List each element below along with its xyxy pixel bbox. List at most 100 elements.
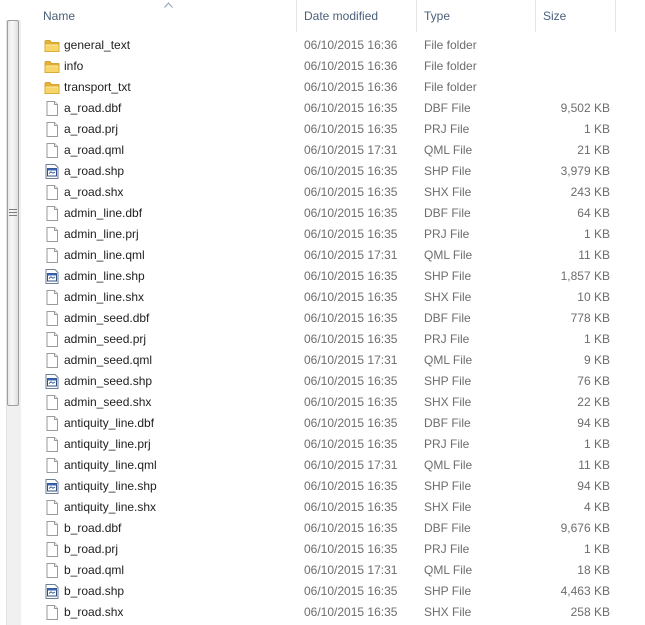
- file-icon: [44, 205, 60, 222]
- file-date-modified: 06/10/2015 16:35: [304, 521, 398, 535]
- file-type: SHP File: [424, 479, 472, 493]
- file-name: admin_line.dbf: [64, 206, 143, 220]
- file-name: b_road.shp: [64, 584, 125, 598]
- column-header-name[interactable]: Name: [29, 0, 297, 32]
- file-list-row[interactable]: admin_line.prj 06/10/2015 16:35 PRJ File 1 …: [29, 224, 645, 245]
- file-size: 94 KB: [577, 479, 610, 493]
- shapefile-icon: [44, 268, 60, 285]
- file-size: 1 KB: [583, 227, 610, 241]
- file-list-row[interactable]: b_road.shp 06/10/2015 16:35 SHP File 4,463 …: [29, 581, 645, 602]
- column-header-size[interactable]: Size: [536, 0, 616, 32]
- file-date-modified: 06/10/2015 17:31: [304, 353, 398, 367]
- file-name: antiquity_line.prj: [64, 437, 151, 451]
- file-type: DBF File: [424, 311, 471, 325]
- file-icon: [44, 226, 60, 243]
- file-list-row[interactable]: admin_seed.qml 06/10/2015 17:31 QML File 9 …: [29, 350, 645, 371]
- column-header-bar: Name Date modified Type Size: [29, 0, 645, 32]
- file-list-row[interactable]: antiquity_line.shp 06/10/2015 16:35 SHP Fi…: [29, 476, 645, 497]
- file-list-row[interactable]: b_road.shx 06/10/2015 16:35 SHX File 258 KB: [29, 602, 645, 623]
- file-icon: [44, 499, 60, 516]
- file-type: SHP File: [424, 374, 472, 388]
- file-list-row[interactable]: admin_line.qml 06/10/2015 17:31 QML File 11…: [29, 245, 645, 266]
- file-date-modified: 06/10/2015 16:35: [304, 206, 398, 220]
- file-icon: [44, 415, 60, 432]
- file-type: QML File: [424, 458, 473, 472]
- file-list-row[interactable]: antiquity_line.qml 06/10/2015 17:31 QML Fi…: [29, 455, 645, 476]
- file-list-row[interactable]: b_road.dbf 06/10/2015 16:35 DBF File 9,676 …: [29, 518, 645, 539]
- file-size: 64 KB: [577, 206, 610, 220]
- file-icon: [44, 604, 60, 621]
- file-type: File folder: [424, 80, 477, 94]
- file-type: SHX File: [424, 395, 472, 409]
- file-type: PRJ File: [424, 542, 470, 556]
- file-type: DBF File: [424, 206, 471, 220]
- folder-icon: [44, 79, 60, 96]
- file-list-row[interactable]: antiquity_line.dbf 06/10/2015 16:35 DBF Fi…: [29, 413, 645, 434]
- file-list-row[interactable]: antiquity_line.shx 06/10/2015 16:35 SHX Fi…: [29, 497, 645, 518]
- file-icon: [44, 436, 60, 453]
- file-size: 9,502 KB: [560, 101, 610, 115]
- file-date-modified: 06/10/2015 16:35: [304, 479, 398, 493]
- file-type: SHX File: [424, 605, 472, 619]
- column-header-date-modified[interactable]: Date modified: [297, 0, 417, 32]
- file-type: QML File: [424, 353, 473, 367]
- file-list-row[interactable]: antiquity_line.prj 06/10/2015 16:35 PRJ Fi…: [29, 434, 645, 455]
- file-date-modified: 06/10/2015 17:31: [304, 248, 398, 262]
- file-date-modified: 06/10/2015 16:35: [304, 605, 398, 619]
- folder-icon: [44, 37, 60, 54]
- file-type: SHX File: [424, 185, 472, 199]
- file-list-row[interactable]: b_road.prj 06/10/2015 16:35 PRJ File 1 KB: [29, 539, 645, 560]
- file-list-row[interactable]: admin_seed.shp 06/10/2015 16:35 SHP File 76…: [29, 371, 645, 392]
- file-type: PRJ File: [424, 227, 470, 241]
- file-size: 243 KB: [570, 185, 610, 199]
- file-list-row[interactable]: transport_txt 06/10/2015 16:36 File folder: [29, 77, 645, 98]
- file-size: 1,857 KB: [560, 269, 610, 283]
- file-list-row[interactable]: general_text 06/10/2015 16:36 File folder: [29, 35, 645, 56]
- file-type: PRJ File: [424, 437, 470, 451]
- file-icon: [44, 100, 60, 117]
- file-icon: [44, 310, 60, 327]
- file-icon: [44, 121, 60, 138]
- file-name: antiquity_line.qml: [64, 458, 157, 472]
- file-icon: [44, 352, 60, 369]
- file-list-row[interactable]: a_road.shx 06/10/2015 16:35 SHX File 243 KB: [29, 182, 645, 203]
- file-size: [536, 77, 610, 98]
- file-date-modified: 06/10/2015 17:31: [304, 563, 398, 577]
- file-name: a_road.shx: [64, 185, 124, 199]
- file-icon: [44, 562, 60, 579]
- file-list-row[interactable]: admin_line.shx 06/10/2015 16:35 SHX File 10…: [29, 287, 645, 308]
- file-list-row[interactable]: a_road.shp 06/10/2015 16:35 SHP File 3,979 …: [29, 161, 645, 182]
- file-date-modified: 06/10/2015 16:35: [304, 122, 398, 136]
- column-header-type[interactable]: Type: [417, 0, 536, 32]
- file-list-row[interactable]: a_road.dbf 06/10/2015 16:35 DBF File 9,502 …: [29, 98, 645, 119]
- file-date-modified: 06/10/2015 16:35: [304, 311, 398, 325]
- file-type: QML File: [424, 143, 473, 157]
- file-date-modified: 06/10/2015 16:35: [304, 185, 398, 199]
- file-name: b_road.qml: [64, 563, 125, 577]
- file-size: 11 KB: [578, 458, 610, 472]
- file-name: b_road.shx: [64, 605, 124, 619]
- file-list-row[interactable]: a_road.prj 06/10/2015 16:35 PRJ File 1 KB: [29, 119, 645, 140]
- vertical-scrollbar[interactable]: [0, 0, 22, 625]
- file-size: [536, 35, 610, 56]
- file-list-row[interactable]: b_road.qml 06/10/2015 17:31 QML File 18 KB: [29, 560, 645, 581]
- file-list-row[interactable]: admin_seed.dbf 06/10/2015 16:35 DBF File 77…: [29, 308, 645, 329]
- file-list-row[interactable]: admin_line.dbf 06/10/2015 16:35 DBF File 64…: [29, 203, 645, 224]
- file-list-row[interactable]: info 06/10/2015 16:36 File folder: [29, 56, 645, 77]
- file-name: admin_seed.qml: [64, 353, 153, 367]
- file-size: 258 KB: [570, 605, 610, 619]
- file-size: 3,979 KB: [560, 164, 610, 178]
- file-list-row[interactable]: a_road.qml 06/10/2015 17:31 QML File 21 KB: [29, 140, 645, 161]
- file-list-row[interactable]: admin_seed.prj 06/10/2015 16:35 PRJ File 1 …: [29, 329, 645, 350]
- file-list-row[interactable]: admin_seed.shx 06/10/2015 16:35 SHX File 22…: [29, 392, 645, 413]
- shapefile-icon: [44, 373, 60, 390]
- file-type: SHP File: [424, 584, 472, 598]
- file-list-row[interactable]: admin_line.shp 06/10/2015 16:35 SHP File 1,…: [29, 266, 645, 287]
- file-icon: [44, 247, 60, 264]
- file-type: SHX File: [424, 500, 472, 514]
- file-size: 778 KB: [570, 311, 610, 325]
- file-size: 1 KB: [583, 122, 610, 136]
- file-icon: [44, 142, 60, 159]
- file-icon: [44, 520, 60, 537]
- file-name: general_text: [64, 38, 131, 52]
